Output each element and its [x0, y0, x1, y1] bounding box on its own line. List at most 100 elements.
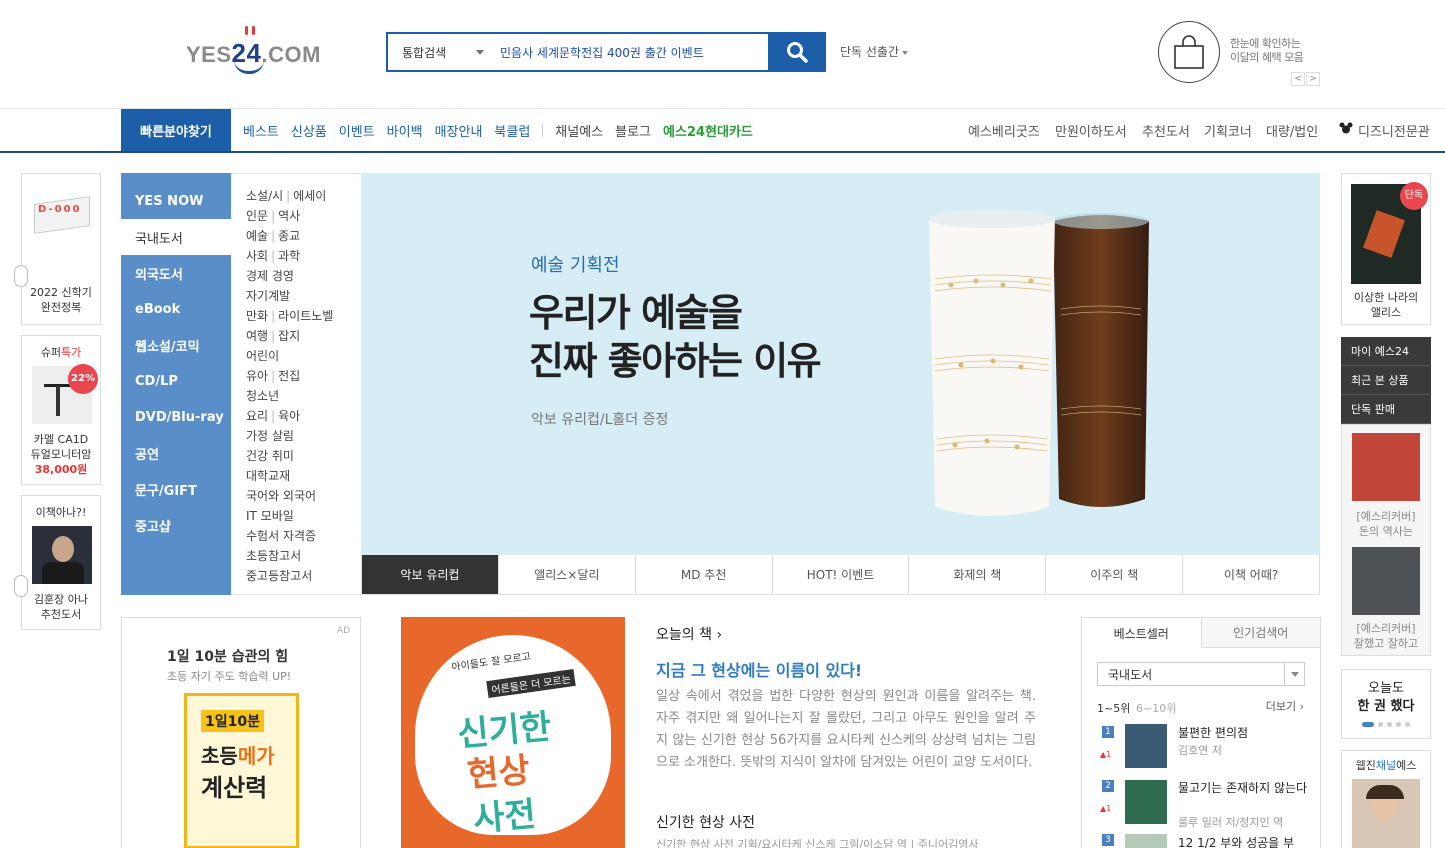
subcategory-magazine[interactable]: 잡지 [278, 329, 300, 343]
quick-category-button[interactable]: 빠른분야찾기 [121, 109, 231, 151]
nav-under-10000[interactable]: 만원이하도서 [1055, 121, 1127, 140]
tab-book-of-week[interactable]: 이주의 책 [1045, 555, 1182, 594]
recover-cover-1[interactable] [1352, 433, 1420, 501]
today-book-headline[interactable]: 지금 그 현상에는 이름이 있다! [656, 657, 862, 681]
subcategory-religion[interactable]: 종교 [278, 229, 300, 243]
tab-how-about-this[interactable]: 이책 어때? [1182, 555, 1319, 594]
search-category-select[interactable]: 통합검색 [388, 34, 494, 70]
benefit-next-button[interactable]: > [1306, 72, 1320, 86]
subcategory-languages[interactable]: 국어와 외국어 [246, 489, 316, 503]
subcategory-novel-poetry[interactable]: 소설/시 [246, 189, 283, 203]
tab-trending-books[interactable]: 화제의 책 [908, 555, 1045, 594]
recover-text-1[interactable]: [예스리커버] 돈의 역사는 [1342, 509, 1430, 539]
subcategory-history[interactable]: 역사 [278, 209, 300, 223]
search-button[interactable] [768, 32, 826, 72]
bestseller-category-select[interactable]: 국내도서 [1097, 662, 1305, 686]
main-banner[interactable]: 예술 기획전 우리가 예술을 진짜 좋아하는 이유 악보 유리컵/L홀더 증정 [361, 173, 1320, 555]
category-webnovel-comic[interactable]: 웹소설/코믹 [121, 327, 231, 363]
bestseller-title[interactable]: 불편한 편의점 [1178, 724, 1248, 741]
promo-semester[interactable]: D-000 2022 신학기 완전정복 [21, 173, 101, 325]
subcategory-secondary-reference[interactable]: 중고등참고서 [246, 569, 312, 583]
nav-blog[interactable]: 블로그 [615, 121, 651, 140]
nav-bookclub[interactable]: 북클럽 [494, 121, 530, 140]
recover-cover-2[interactable] [1352, 547, 1420, 615]
nav-best[interactable]: 베스트 [243, 121, 279, 140]
nav-new[interactable]: 신상품 [291, 121, 327, 140]
ad-box[interactable]: AD 1일 10분 습관의 힘 초등 자기 주도 학습력 UP! 1일10분 초… [121, 617, 361, 848]
subcategory-health-hobby[interactable]: 건강 취미 [246, 449, 294, 463]
nav-goods[interactable]: 예스베리굿즈 [968, 121, 1040, 140]
subcategory-cooking[interactable]: 요리 [246, 409, 268, 423]
bestseller-title[interactable]: 물고기는 존재하지 않는다 [1178, 780, 1308, 796]
promo-know-this-book[interactable]: 이책아나?! 김훈장 아나 추천도서 [21, 495, 101, 630]
tab-music-glass[interactable]: 악보 유리컵 [362, 555, 498, 594]
category-yes-now[interactable]: YES NOW [121, 183, 231, 219]
today-book-label[interactable]: 오늘의 책 › [656, 624, 722, 644]
nav-disney[interactable]: 디즈니전문관 [1358, 121, 1430, 140]
subcategory-self-help[interactable]: 자기계발 [246, 289, 290, 303]
bestseller-more-link[interactable]: 더보기 › [1266, 698, 1304, 714]
quick-my-yes24[interactable]: 마이 예스24 [1341, 337, 1431, 366]
tab-md-pick[interactable]: MD 추천 [634, 555, 772, 594]
subcategory-elementary-reference[interactable]: 초등참고서 [246, 549, 301, 563]
today-book-cover[interactable]: 아이들도 잘 모르고 어른들은 더 모르는 신기한 현상 사전 [401, 617, 625, 848]
subcategory-complete-sets[interactable]: 전집 [278, 369, 300, 383]
nav-bulk-order[interactable]: 대량/법인 [1266, 121, 1318, 140]
tab-alice-dali[interactable]: 앨리스×달리 [497, 555, 635, 594]
book-thumb[interactable] [1125, 724, 1167, 768]
nav-store[interactable]: 매장안내 [435, 121, 483, 140]
benefit-text[interactable]: 한눈에 확인하는 이달의 혜택 모음 [1230, 37, 1304, 65]
search-input[interactable] [494, 34, 768, 70]
channel-yes-box[interactable]: 웹진채널예스 [1341, 750, 1431, 848]
nav-event[interactable]: 이벤트 [339, 121, 375, 140]
subcategory-infant[interactable]: 유아 [246, 369, 268, 383]
range-6-10[interactable]: 6~10위 [1136, 700, 1176, 716]
subcategory-exam-certification[interactable]: 수험서 자격증 [246, 529, 316, 543]
subcategory-teen[interactable]: 청소년 [246, 389, 279, 403]
category-stationery-gift[interactable]: 문구/GIFT [121, 471, 231, 507]
subcategory-comics[interactable]: 만화 [246, 309, 268, 323]
subcategory-travel[interactable]: 여행 [246, 329, 268, 343]
subcategory-society[interactable]: 사회 [246, 249, 268, 263]
category-dvd-bluray[interactable]: DVD/Blu-ray [121, 399, 231, 435]
subcategory-light-novel[interactable]: 라이트노벨 [278, 309, 333, 323]
nav-channel-yes[interactable]: 채널예스 [555, 121, 603, 140]
nav-hyundai-card[interactable]: 예스24현대카드 [663, 121, 753, 140]
exclusive-book-box[interactable]: 단독 이상한 나라의 앨리스 [1341, 173, 1431, 325]
category-performance[interactable]: 공연 [121, 435, 231, 471]
subcategory-humanities[interactable]: 인문 [246, 209, 268, 223]
subcategory-textbooks[interactable]: 대학교재 [246, 469, 290, 483]
exclusive-preorder-link[interactable]: 단독 선출간 [840, 43, 909, 60]
subcategory-home[interactable]: 가정 살림 [246, 429, 294, 443]
benefit-bag-button[interactable] [1158, 21, 1220, 83]
today-one-book-box[interactable]: 오늘도 한 권 했다 [1341, 669, 1431, 739]
subcategory-children[interactable]: 어린이 [246, 349, 279, 363]
subcategory-science[interactable]: 과학 [278, 249, 300, 263]
nav-buyback[interactable]: 바이백 [387, 121, 423, 140]
promo-super-sale[interactable]: 슈퍼특가 22% 카멜 CA1D 듀얼모니터암 38,000원 [21, 335, 101, 485]
tab-popular-searches[interactable]: 인기검색어 [1201, 618, 1320, 648]
book-thumb[interactable] [1125, 780, 1167, 824]
quick-recent-items[interactable]: 최근 본 상품 [1341, 366, 1431, 395]
nav-recommended[interactable]: 추천도서 [1142, 121, 1190, 140]
subcategory-it-mobile[interactable]: IT 모바일 [246, 509, 294, 523]
category-cd-lp[interactable]: CD/LP [121, 363, 231, 399]
nav-special-corner[interactable]: 기획코너 [1204, 121, 1252, 140]
subcategory-parenting[interactable]: 육아 [278, 409, 300, 423]
today-book-title[interactable]: 신기한 현상 사전 [656, 812, 755, 832]
tab-bestseller[interactable]: 베스트셀러 [1082, 618, 1202, 648]
benefit-prev-button[interactable]: < [1291, 72, 1305, 86]
bestseller-title[interactable]: 12 1/2 부와 성공을 부 [1178, 834, 1294, 848]
tab-hot-event[interactable]: HOT! 이벤트 [771, 555, 909, 594]
category-foreign-books[interactable]: 외국도서 [121, 255, 231, 291]
yes24-logo[interactable]: YES24.COM [186, 24, 326, 80]
quick-exclusive-sale[interactable]: 단독 판매 [1341, 395, 1431, 424]
book-thumb[interactable] [1125, 834, 1167, 848]
category-domestic-books[interactable]: 국내도서 [121, 219, 231, 255]
subcategory-art[interactable]: 예술 [246, 229, 268, 243]
category-used-shop[interactable]: 중고샵 [121, 507, 231, 543]
subcategory-business[interactable]: 경제 경영 [246, 269, 294, 283]
range-1-5[interactable]: 1~5위 [1097, 700, 1130, 716]
recover-text-2[interactable]: [예스리커버] 잘했고 잘하고 [1342, 621, 1430, 651]
category-ebook[interactable]: eBook [121, 291, 231, 327]
